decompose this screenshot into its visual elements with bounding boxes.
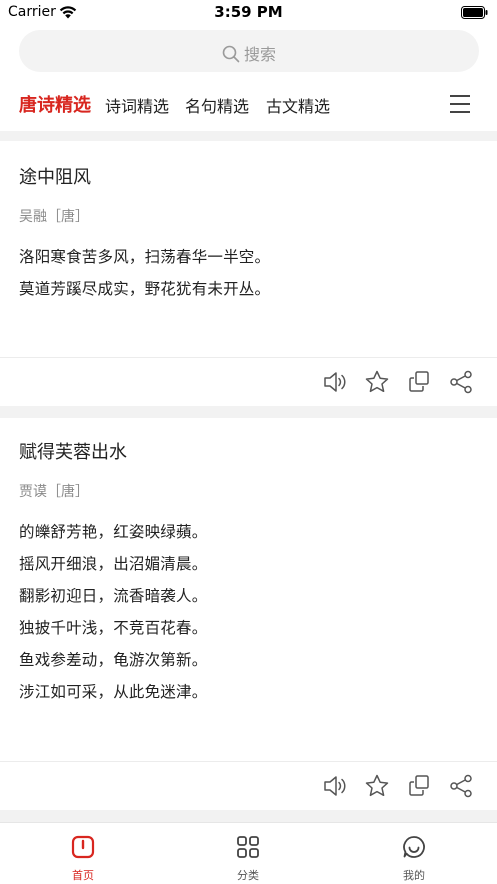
tabbar-mine[interactable]: 我的 [364,823,464,884]
poem-line: 鱼戏参差动，龟游次第新。 [19,651,208,669]
share-icon[interactable] [448,773,474,799]
card-divider [0,357,497,358]
poem-author: 吴融［唐］ [19,209,89,225]
search-icon [222,45,240,63]
copy-icon[interactable] [406,369,432,395]
copy-icon[interactable] [406,773,432,799]
search-bar[interactable]: 搜索 [19,30,479,72]
poem-line: 摇风开细浪，出沼媚清晨。 [19,555,208,573]
tabbar-mine-label: 我的 [403,869,425,882]
tabbar-home-label: 首页 [72,869,94,882]
poem-line: 独披千叶浅，不竞百花春。 [19,619,208,637]
poem-card[interactable]: 赋得芙蓉出水 贾谟［唐］ 的皪舒芳艳，红姿映绿蘋。 摇风开细浪，出沼媚清晨。 翻… [0,418,497,810]
share-icon[interactable] [448,369,474,395]
smile-icon [403,836,425,858]
battery-icon [461,6,488,19]
poem-line: 翻影初迎日，流香暗袭人。 [19,587,208,605]
tabbar-home[interactable]: 首页 [33,823,133,884]
tabbar-category[interactable]: 分类 [198,823,298,884]
top-area: Carrier 3:59 PM 搜索 唐诗精选 诗词精选 名句精选 古文精选 [0,0,497,131]
speaker-icon[interactable] [322,369,348,395]
grid-icon [237,836,259,858]
tab-classical-prose[interactable]: 古文精选 [266,93,330,117]
menu-icon[interactable] [450,94,472,114]
card-divider [0,761,497,762]
poem-line: 洛阳寒食苦多风，扫荡春华一半空。 [19,248,271,266]
poem-title: 途中阻风 [19,167,91,188]
tabbar-category-label: 分类 [237,869,259,882]
search-placeholder: 搜索 [243,45,276,64]
status-bar: Carrier 3:59 PM [0,0,497,26]
star-icon[interactable] [364,369,390,395]
status-time: 3:59 PM [214,3,283,21]
poem-card[interactable]: 途中阻风 吴融［唐］ 洛阳寒食苦多风，扫荡春华一半空。 莫道芳蹊尽成实，野花犹有… [0,141,497,406]
book-icon [71,835,95,859]
poem-line: 莫道芳蹊尽成实，野花犹有未开丛。 [19,280,271,298]
tab-poetry[interactable]: 诗词精选 [105,93,169,117]
speaker-icon[interactable] [322,773,348,799]
poem-title: 赋得芙蓉出水 [19,442,127,463]
tab-tang-poems[interactable]: 唐诗精选 [19,91,91,117]
poem-line: 涉江如可采，从此免迷津。 [19,683,208,701]
poem-author: 贾谟［唐］ [19,484,89,500]
star-icon[interactable] [364,773,390,799]
bottom-tab-bar: 首页 分类 我的 [0,822,497,884]
tab-famous-lines[interactable]: 名句精选 [185,93,249,117]
poem-line: 的皪舒芳艳，红姿映绿蘋。 [19,523,208,541]
